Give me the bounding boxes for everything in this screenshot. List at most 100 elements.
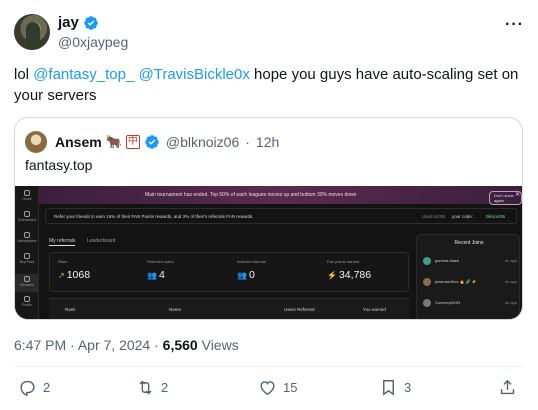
- reply-icon: [20, 380, 35, 397]
- referral-code-label: your code:: [452, 214, 474, 219]
- quote-handle[interactable]: @blknoiz06: [166, 134, 239, 150]
- quote-verified-badge-icon: [145, 135, 159, 149]
- stat-value: ↗ 1068: [58, 269, 90, 281]
- trophy-icon: [24, 211, 30, 217]
- stat-number: 34,786: [338, 269, 372, 281]
- referral-used: Used 4/100: [422, 214, 446, 219]
- ox-emoji-icon: 🐂: [105, 134, 122, 149]
- app-sidebar: Home Tournament Marketplace Buy Pack Rew…: [15, 186, 39, 319]
- stat-value: 👥 4: [147, 269, 173, 281]
- sidebar-label: Buy Pack: [19, 260, 35, 264]
- quote-separator: ·: [245, 134, 250, 150]
- stat-referred-users: Referred users 👥 4: [147, 259, 173, 281]
- tweet-date[interactable]: Apr 7, 2024: [78, 337, 150, 353]
- users-icon: 👥: [237, 271, 247, 280]
- stat-number: 4: [158, 269, 165, 281]
- tweet-text: lol @fantasy_top_ @TravisBickle0x hope y…: [14, 64, 524, 106]
- recent-join-item: gamma blaze 5s ago: [423, 255, 517, 269]
- join-time: 5s ago: [504, 279, 517, 284]
- recent-joins-panel: Recent Joins gamma blaze 5s ago pinsmanJ…: [416, 234, 520, 319]
- pack-icon: [24, 253, 30, 259]
- sidebar-item-profile: Profile: [15, 296, 39, 307]
- trend-up-icon: ↗: [58, 271, 65, 280]
- stat-label: Fan points earned: [327, 259, 360, 264]
- referral-text: Refer your friends to earn 15% of their …: [54, 214, 254, 219]
- join-name: gamma blaze: [435, 258, 460, 263]
- banner-text: Main tournament has ended. Top 50% of ea…: [145, 192, 357, 198]
- mention-travisbickle[interactable]: @TravisBickle0x: [139, 66, 250, 83]
- share-icon: [500, 379, 515, 395]
- tab-my-referrals: My referrals: [49, 238, 76, 246]
- stats-panel: Rank ↗ 1068 Referred users 👥 4 Indirect re…: [49, 252, 409, 292]
- mention-fantasy-top[interactable]: @fantasy_top_: [33, 66, 134, 83]
- more-options-icon[interactable]: ···: [505, 16, 524, 34]
- sidebar-label: Marketplace: [17, 239, 37, 243]
- repost-count: 2: [161, 380, 169, 395]
- repost-button[interactable]: 2: [136, 378, 168, 397]
- views-count: 6,560: [162, 337, 198, 353]
- referral-code: blknoiz06: [486, 214, 506, 219]
- stat-number: 1068: [66, 269, 91, 281]
- join-name: pinsmanJims 🔥 🔗 ⚡: [435, 279, 477, 284]
- recent-join-item: pinsmanJims 🔥 🔗 ⚡ 5s ago: [423, 276, 517, 290]
- tweet-header: jay @0xjaypeg ···: [14, 14, 526, 54]
- stat-rank: Rank ↗ 1068: [58, 259, 90, 281]
- quoted-tweet[interactable]: Ansem 🐂 中 @blknoiz06 · 12h fantasy.top H…: [14, 117, 523, 320]
- bookmark-button[interactable]: 3: [379, 378, 411, 397]
- tweet-actions: 2 2 15 3: [0, 378, 538, 402]
- meta-separator: ·: [70, 337, 75, 353]
- sidebar-item-home: Home: [15, 190, 39, 201]
- reply-count: 2: [43, 380, 51, 395]
- column-header-users-referred: Users Referred: [284, 307, 315, 312]
- user-name-row[interactable]: jay: [58, 14, 99, 31]
- quote-user-name[interactable]: Ansem: [55, 134, 102, 150]
- mahjong-emoji-icon: 中: [125, 135, 140, 149]
- sidebar-item-tournament: Tournament: [15, 211, 39, 222]
- quote-time[interactable]: 12h: [256, 134, 279, 150]
- stat-label: Rank: [58, 259, 68, 264]
- home-icon: [24, 190, 30, 196]
- lightning-icon: ⚡: [327, 271, 337, 280]
- tab-leaderboard: Leaderboard: [87, 238, 116, 244]
- meta-separator: ·: [154, 337, 159, 353]
- user-icon: [24, 296, 30, 302]
- quote-avatar[interactable]: [25, 131, 47, 153]
- views-label: Views: [201, 337, 239, 353]
- quote-header: Ansem 🐂 中 @blknoiz06 · 12h: [25, 131, 279, 153]
- stat-indirect-referrals: Indirect referrals 👥 0: [237, 259, 266, 281]
- join-time: 5s ago: [504, 300, 517, 305]
- tweet-meta: 6:47 PM · Apr 7, 2024 · 6,560 Views: [14, 337, 239, 353]
- text-prefix: lol: [14, 66, 34, 83]
- stat-value: ⚡ 34,786: [327, 269, 371, 281]
- bookmark-icon: [383, 380, 394, 396]
- share-button[interactable]: [498, 378, 517, 397]
- avatar[interactable]: [14, 14, 50, 50]
- quote-text: fantasy.top: [25, 157, 93, 173]
- user-name[interactable]: jay: [58, 14, 79, 31]
- column-header-you-earned: You earned: [363, 307, 386, 312]
- sidebar-label: Tournament: [17, 218, 37, 222]
- announcement-banner: Main tournament has ended. Top 50% of ea…: [39, 186, 522, 205]
- divider: [14, 366, 524, 367]
- join-name: CurrencyNON: [435, 300, 461, 305]
- recent-joins-title: Recent Joins: [454, 240, 484, 246]
- reply-button[interactable]: 2: [18, 378, 50, 397]
- sidebar-item-buy-pack: Buy Pack: [15, 253, 39, 264]
- stat-label: Referred users: [147, 259, 174, 264]
- stat-value: 👥 0: [237, 269, 266, 281]
- user-handle[interactable]: @0xjaypeg: [58, 34, 128, 50]
- join-avatar: [423, 278, 431, 286]
- sidebar-label: Profile: [22, 303, 32, 307]
- tweet-time[interactable]: 6:47 PM: [14, 337, 66, 353]
- quote-screenshot-image[interactable]: Home Tournament Marketplace Buy Pack Rew…: [15, 186, 522, 319]
- sidebar-label: Home: [22, 197, 32, 201]
- referral-bar: Refer your friends to earn 15% of their …: [45, 208, 517, 224]
- stat-number: 0: [248, 269, 255, 281]
- like-button[interactable]: 15: [258, 378, 297, 397]
- repost-icon: [139, 380, 152, 395]
- column-header-rank: Rank: [65, 307, 76, 312]
- join-time: 5s ago: [504, 258, 517, 263]
- bookmark-count: 3: [404, 380, 412, 395]
- like-count: 15: [283, 380, 298, 395]
- column-header-name: Name: [169, 307, 182, 312]
